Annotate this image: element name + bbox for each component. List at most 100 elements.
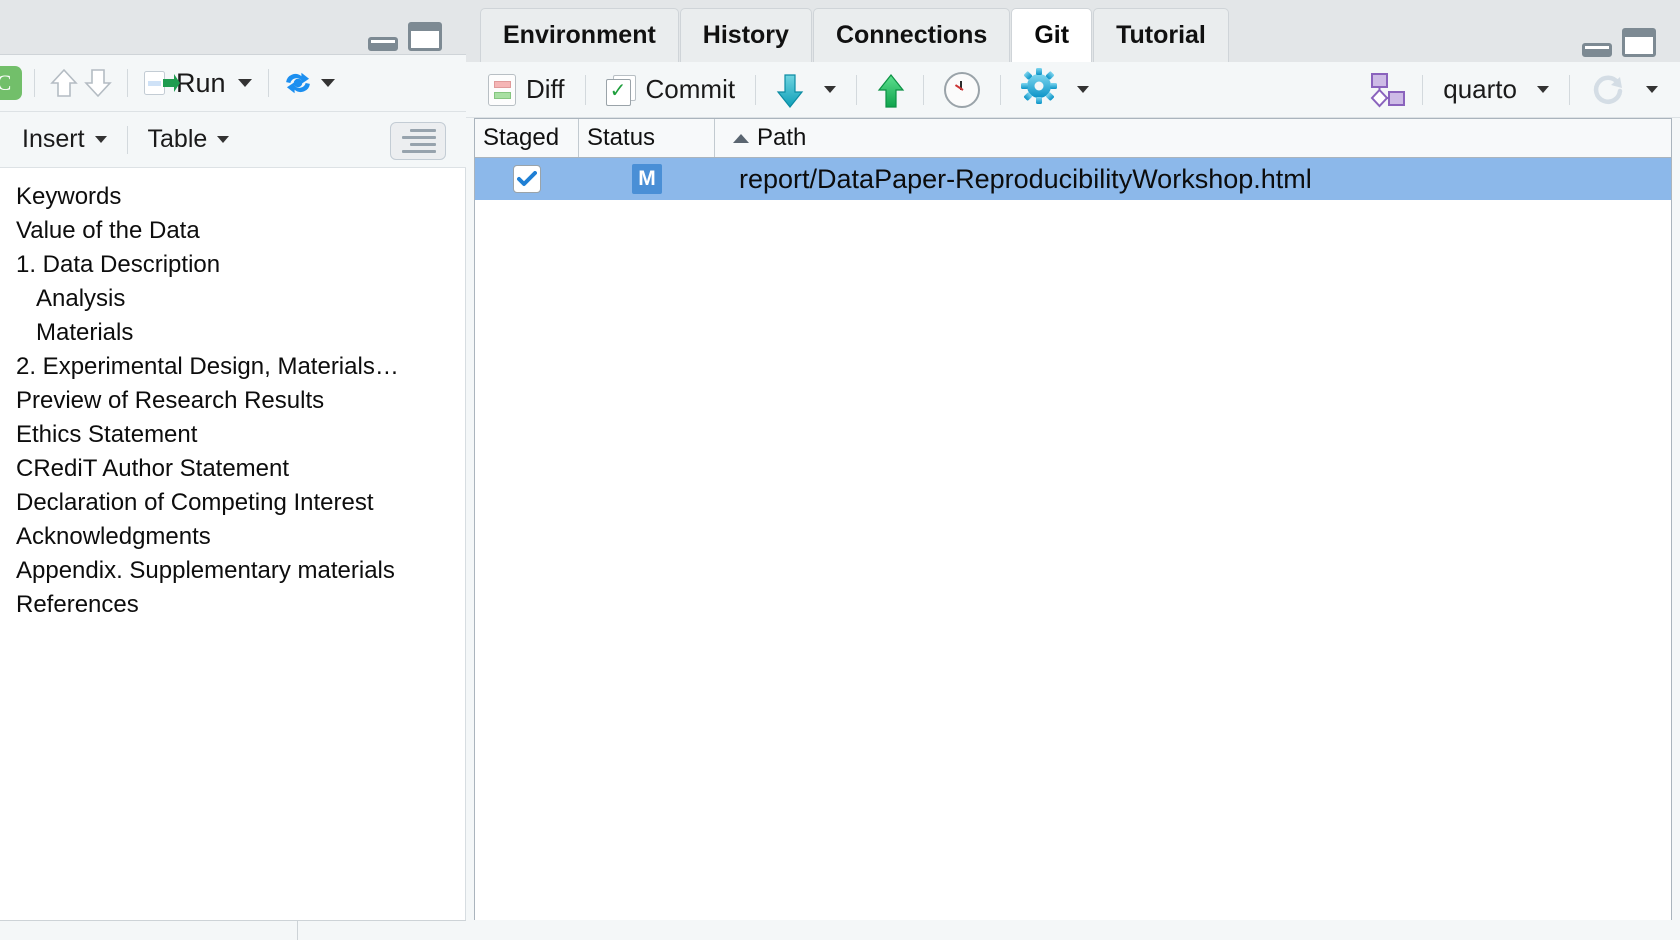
render-icon xyxy=(285,72,310,94)
toolbar-divider xyxy=(584,74,586,105)
cell-staged xyxy=(475,165,579,193)
git-window-controls xyxy=(1582,28,1656,57)
toolbar-divider xyxy=(923,74,925,105)
outline-item-references[interactable]: References xyxy=(0,588,465,622)
minimize-icon[interactable] xyxy=(368,37,398,51)
diff-button[interactable]: Diff xyxy=(480,68,573,112)
insert-menu[interactable]: Insert xyxy=(14,125,115,154)
history-button[interactable] xyxy=(936,68,988,112)
cell-path: report/DataPaper-ReproducibilityWorkshop… xyxy=(739,163,1312,194)
outline-item-experimental-design[interactable]: 2. Experimental Design, Materials… xyxy=(0,350,465,384)
maximize-icon[interactable] xyxy=(408,22,442,51)
outline-icon-line xyxy=(402,136,436,139)
toolbar-divider xyxy=(856,74,858,105)
table-menu[interactable]: Table xyxy=(140,125,238,154)
outline-toggle-button[interactable] xyxy=(390,122,446,160)
git-file-table: Staged Status Path M report/DataPaper-Re… xyxy=(474,118,1672,924)
toolbar-divider xyxy=(1422,74,1424,105)
insert-chevron-down-icon xyxy=(94,136,107,143)
chevron-down-icon[interactable] xyxy=(237,79,252,87)
branch-name: quarto xyxy=(1443,74,1517,104)
outline-item-acknowledgments[interactable]: Acknowledgments xyxy=(0,520,465,554)
commit-label: Commit xyxy=(645,74,736,104)
toolbar-divider xyxy=(1000,74,1002,105)
tab-history[interactable]: History xyxy=(679,8,812,62)
branch-button[interactable] xyxy=(1354,68,1410,112)
cell-status: M xyxy=(579,164,715,194)
history-clock-icon xyxy=(944,71,981,108)
previous-chunk-button[interactable] xyxy=(47,66,81,100)
outline-icon-line xyxy=(402,150,436,153)
tab-connections[interactable]: Connections xyxy=(812,8,1011,62)
more-menu-button[interactable] xyxy=(1013,68,1097,112)
outline-item-appendix[interactable]: Appendix. Supplementary materials xyxy=(0,554,465,588)
table-label: Table xyxy=(147,125,208,153)
pane-tabs: Environment History Connections Git Tuto… xyxy=(480,8,1230,62)
toolbar-divider xyxy=(1569,74,1570,105)
refresh-chevron-down-icon[interactable] xyxy=(1646,86,1658,93)
minimize-icon[interactable] xyxy=(1582,43,1612,57)
run-button[interactable]: Run xyxy=(140,64,256,102)
tab-environment[interactable]: Environment xyxy=(480,8,679,62)
column-header-path[interactable]: Path xyxy=(715,119,1671,157)
tab-tutorial[interactable]: Tutorial xyxy=(1093,8,1229,62)
column-header-path-label: Path xyxy=(757,124,807,151)
branch-chevron-down-icon xyxy=(1537,86,1549,93)
toolbar-divider xyxy=(267,69,269,97)
outline-item-analysis[interactable]: Analysis xyxy=(0,282,465,316)
outline-item-data-description[interactable]: 1. Data Description xyxy=(0,248,465,282)
toolbar-divider xyxy=(34,69,35,97)
status-badge: M xyxy=(632,164,662,194)
source-pane-titlebar xyxy=(0,0,466,55)
render-button[interactable] xyxy=(281,66,315,100)
pull-chevron-down-icon[interactable] xyxy=(824,86,837,93)
outline-item-ethics-statement[interactable]: Ethics Statement xyxy=(0,418,465,452)
push-up-arrow-icon xyxy=(877,73,905,108)
maximize-icon[interactable] xyxy=(1622,28,1656,57)
git-pane-statusbar xyxy=(466,920,1680,940)
diff-icon xyxy=(488,73,516,106)
outline-item-preview-results[interactable]: Preview of Research Results xyxy=(0,384,465,418)
table-row[interactable]: M report/DataPaper-ReproducibilityWorksh… xyxy=(475,158,1671,200)
visual-editor-toolbar: Insert Table xyxy=(0,112,466,168)
toolbar-divider xyxy=(126,125,128,154)
more-chevron-down-icon[interactable] xyxy=(1077,86,1090,93)
sort-ascending-icon xyxy=(733,133,749,143)
column-header-status[interactable]: Status xyxy=(579,119,715,157)
column-header-staged[interactable]: Staged xyxy=(475,119,579,157)
source-window-controls xyxy=(368,22,442,51)
commit-icon: ✓ xyxy=(605,74,636,106)
render-chevron-down-icon[interactable] xyxy=(320,79,335,87)
outline-item-competing-interest[interactable]: Declaration of Competing Interest xyxy=(0,486,465,520)
down-arrow-icon xyxy=(84,69,112,98)
commit-button[interactable]: ✓ Commit xyxy=(598,68,744,112)
push-button[interactable] xyxy=(869,68,911,112)
gear-icon xyxy=(1021,68,1058,111)
branch-diagram-icon xyxy=(1362,72,1406,107)
outline-item-credit-statement[interactable]: CRediT Author Statement xyxy=(0,452,465,486)
refresh-button[interactable] xyxy=(1582,68,1666,112)
pull-button[interactable] xyxy=(768,68,844,112)
outline-item-keywords[interactable]: Keywords xyxy=(0,180,465,214)
staged-checkbox[interactable] xyxy=(513,165,541,193)
source-format-badge[interactable]: C xyxy=(0,66,22,100)
outline-item-value-of-the-data[interactable]: Value of the Data xyxy=(0,214,465,248)
insert-label: Insert xyxy=(22,125,85,153)
document-outline-list: Keywords Value of the Data 1. Data Descr… xyxy=(0,168,465,622)
rstudio-window: C Run Insert Table Keywords Value of the… xyxy=(0,0,1680,940)
diff-label: Diff xyxy=(526,74,565,104)
git-pane: Environment History Connections Git Tuto… xyxy=(466,0,1680,940)
outline-icon-line xyxy=(410,143,436,146)
outline-icon-line xyxy=(410,129,436,132)
next-chunk-button[interactable] xyxy=(81,66,115,100)
tab-git[interactable]: Git xyxy=(1011,8,1093,62)
document-outline-panel: Keywords Value of the Data 1. Data Descr… xyxy=(0,168,466,920)
branch-selector[interactable]: quarto xyxy=(1435,68,1557,112)
git-table-header: Staged Status Path xyxy=(475,119,1671,158)
checkmark-icon xyxy=(517,171,537,186)
table-chevron-down-icon xyxy=(217,136,230,143)
outline-item-materials[interactable]: Materials xyxy=(0,316,465,350)
source-pane-statusbar xyxy=(0,920,466,940)
source-pane: C Run Insert Table Keywords Value of the… xyxy=(0,0,466,940)
source-toolbar: C Run xyxy=(0,55,466,112)
